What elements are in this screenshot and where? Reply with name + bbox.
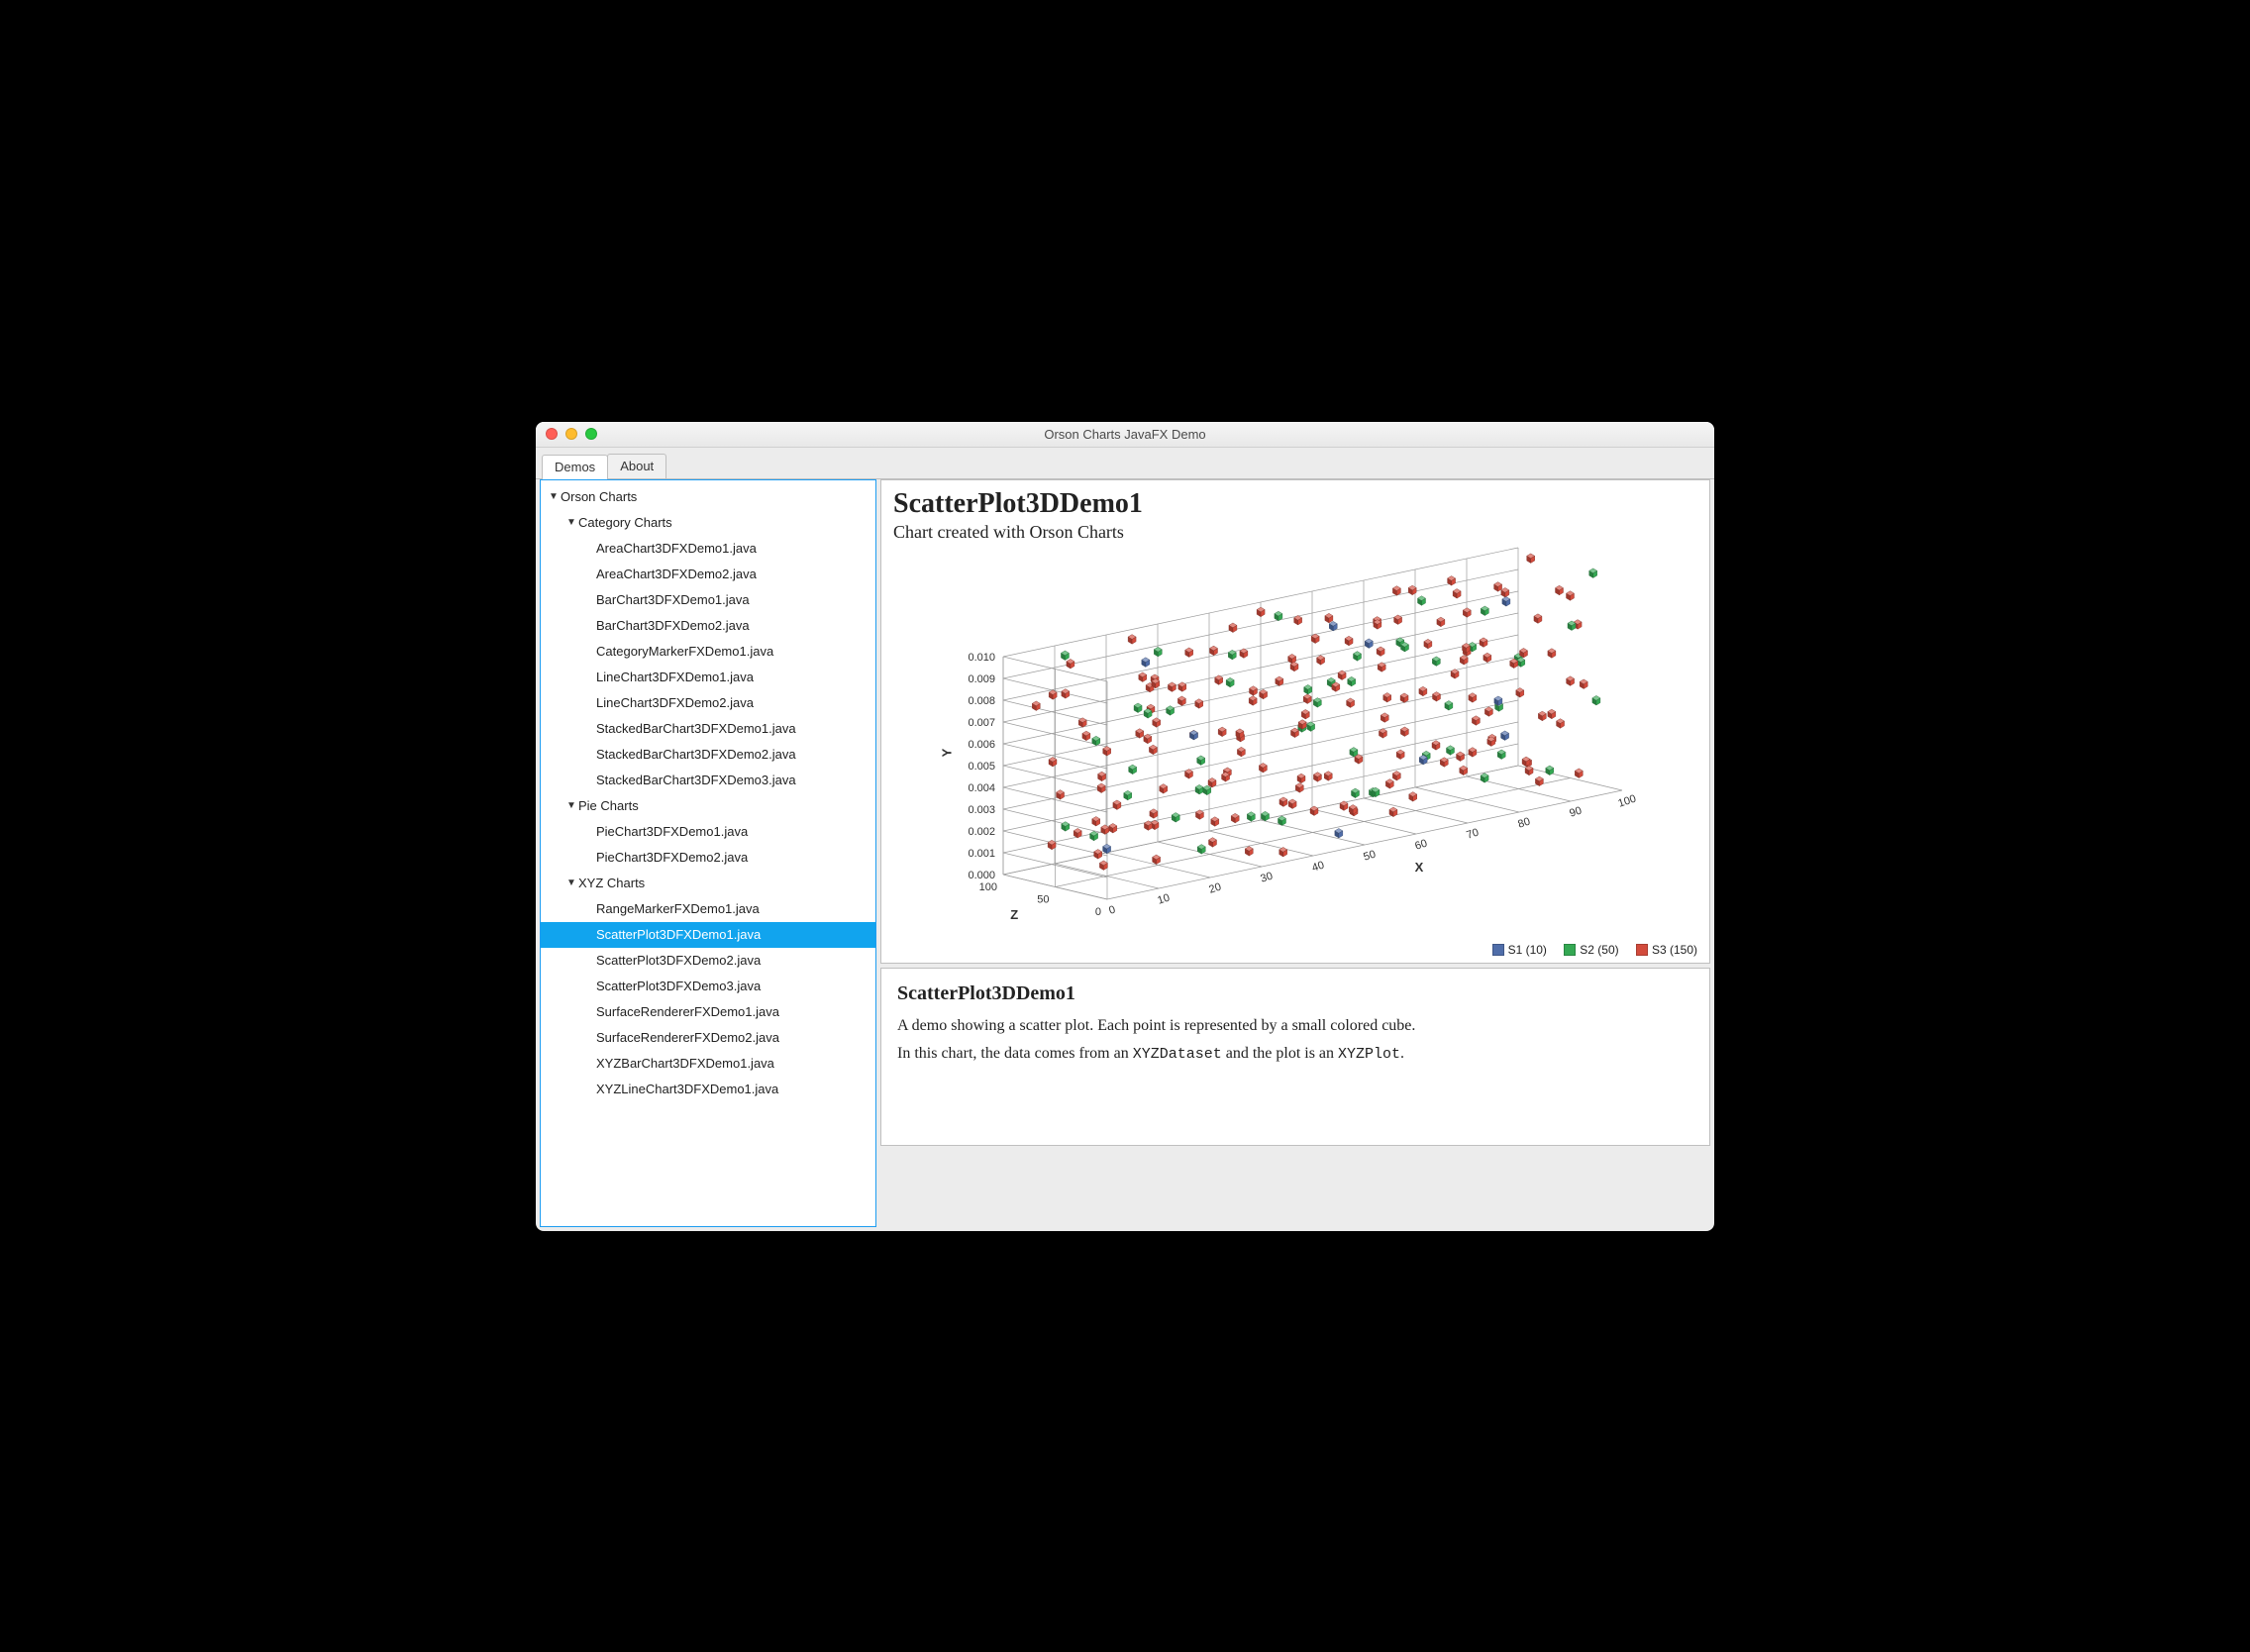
tree-item[interactable]: PieChart3DFXDemo2.java bbox=[541, 845, 875, 871]
tree-item[interactable]: SurfaceRendererFXDemo1.java bbox=[541, 999, 875, 1025]
zoom-icon[interactable] bbox=[585, 428, 597, 440]
svg-text:50: 50 bbox=[1362, 848, 1377, 863]
svg-text:100: 100 bbox=[979, 881, 997, 893]
svg-text:0.007: 0.007 bbox=[968, 717, 995, 729]
svg-text:50: 50 bbox=[1037, 893, 1049, 905]
titlebar: Orson Charts JavaFX Demo bbox=[536, 422, 1714, 448]
description-heading: ScatterPlot3DDemo1 bbox=[897, 982, 1693, 1005]
svg-text:60: 60 bbox=[1413, 837, 1428, 852]
tree-item[interactable]: BarChart3DFXDemo1.java bbox=[541, 587, 875, 613]
tree-item[interactable]: ScatterPlot3DFXDemo2.java bbox=[541, 948, 875, 974]
svg-text:40: 40 bbox=[1310, 859, 1325, 874]
tree-group[interactable]: ▼Category Charts bbox=[541, 510, 875, 536]
svg-text:0.005: 0.005 bbox=[968, 761, 995, 773]
demo-tree[interactable]: ▼Orson Charts▼Category ChartsAreaChart3D… bbox=[540, 479, 876, 1227]
svg-text:0.003: 0.003 bbox=[968, 804, 995, 816]
svg-text:70: 70 bbox=[1465, 826, 1480, 841]
tree-item[interactable]: AreaChart3DFXDemo2.java bbox=[541, 562, 875, 587]
svg-text:10: 10 bbox=[1156, 891, 1171, 906]
svg-text:30: 30 bbox=[1259, 870, 1274, 884]
svg-text:0.009: 0.009 bbox=[968, 673, 995, 685]
app-window: Orson Charts JavaFX Demo Demos About ▼Or… bbox=[536, 422, 1714, 1231]
tab-bar: Demos About bbox=[536, 448, 1714, 479]
svg-text:0: 0 bbox=[1107, 903, 1117, 916]
svg-text:0.006: 0.006 bbox=[968, 739, 995, 751]
tree-item[interactable]: SurfaceRendererFXDemo2.java bbox=[541, 1025, 875, 1051]
tree-item[interactable]: XYZBarChart3DFXDemo1.java bbox=[541, 1051, 875, 1077]
svg-text:0.008: 0.008 bbox=[968, 695, 995, 707]
description-p1: A demo showing a scatter plot. Each poin… bbox=[897, 1017, 1693, 1035]
tree-group[interactable]: ▼XYZ Charts bbox=[541, 871, 875, 896]
svg-text:X: X bbox=[1415, 860, 1424, 875]
svg-text:20: 20 bbox=[1207, 880, 1222, 895]
svg-text:0.001: 0.001 bbox=[968, 848, 995, 860]
tree-item[interactable]: StackedBarChart3DFXDemo2.java bbox=[541, 742, 875, 768]
legend-s1: S1 (10) bbox=[1508, 943, 1547, 957]
tree-item[interactable]: LineChart3DFXDemo2.java bbox=[541, 690, 875, 716]
tree-item[interactable]: ScatterPlot3DFXDemo1.java bbox=[541, 922, 875, 948]
legend-s3: S3 (150) bbox=[1652, 943, 1697, 957]
svg-text:0.004: 0.004 bbox=[968, 782, 995, 794]
legend-s2: S2 (50) bbox=[1580, 943, 1618, 957]
tree-item[interactable]: BarChart3DFXDemo2.java bbox=[541, 613, 875, 639]
svg-text:0.002: 0.002 bbox=[968, 826, 995, 838]
tree-item[interactable]: LineChart3DFXDemo1.java bbox=[541, 665, 875, 690]
tab-about[interactable]: About bbox=[607, 454, 666, 478]
chart-subtitle: Chart created with Orson Charts bbox=[893, 522, 1697, 543]
svg-text:Z: Z bbox=[1010, 906, 1018, 921]
tree-item[interactable]: StackedBarChart3DFXDemo1.java bbox=[541, 716, 875, 742]
svg-text:Y: Y bbox=[940, 748, 955, 757]
description-p2: In this chart, the data comes from an XY… bbox=[897, 1045, 1693, 1063]
window-title: Orson Charts JavaFX Demo bbox=[536, 427, 1714, 442]
minimize-icon[interactable] bbox=[565, 428, 577, 440]
svg-text:80: 80 bbox=[1516, 815, 1531, 830]
scatter-3d-chart[interactable]: 0.000 0.001 0.002 0.003 0.004 0.005 0.006 0.007… bbox=[909, 543, 1682, 939]
svg-text:0: 0 bbox=[1095, 906, 1101, 918]
tree-item[interactable]: PieChart3DFXDemo1.java bbox=[541, 819, 875, 845]
svg-text:100: 100 bbox=[1616, 792, 1637, 809]
tree-item[interactable]: CategoryMarkerFXDemo1.java bbox=[541, 639, 875, 665]
chart-legend: S1 (10) S2 (50) S3 (150) bbox=[893, 939, 1697, 957]
svg-text:90: 90 bbox=[1568, 804, 1583, 819]
tree-item[interactable]: RangeMarkerFXDemo1.java bbox=[541, 896, 875, 922]
tree-group[interactable]: ▼Pie Charts bbox=[541, 793, 875, 819]
chart-panel: ScatterPlot3DDemo1 Chart created with Or… bbox=[880, 479, 1710, 964]
tree-item[interactable]: XYZLineChart3DFXDemo1.java bbox=[541, 1077, 875, 1102]
tab-demos[interactable]: Demos bbox=[542, 455, 608, 479]
svg-text:0.000: 0.000 bbox=[968, 870, 995, 881]
chart-title: ScatterPlot3DDemo1 bbox=[893, 488, 1697, 520]
close-icon[interactable] bbox=[546, 428, 558, 440]
description-panel: ScatterPlot3DDemo1 A demo showing a scat… bbox=[880, 968, 1710, 1146]
tree-group[interactable]: ▼Orson Charts bbox=[541, 484, 875, 510]
tree-item[interactable]: ScatterPlot3DFXDemo3.java bbox=[541, 974, 875, 999]
tree-item[interactable]: AreaChart3DFXDemo1.java bbox=[541, 536, 875, 562]
tree-item[interactable]: StackedBarChart3DFXDemo3.java bbox=[541, 768, 875, 793]
svg-text:0.010: 0.010 bbox=[968, 652, 995, 664]
